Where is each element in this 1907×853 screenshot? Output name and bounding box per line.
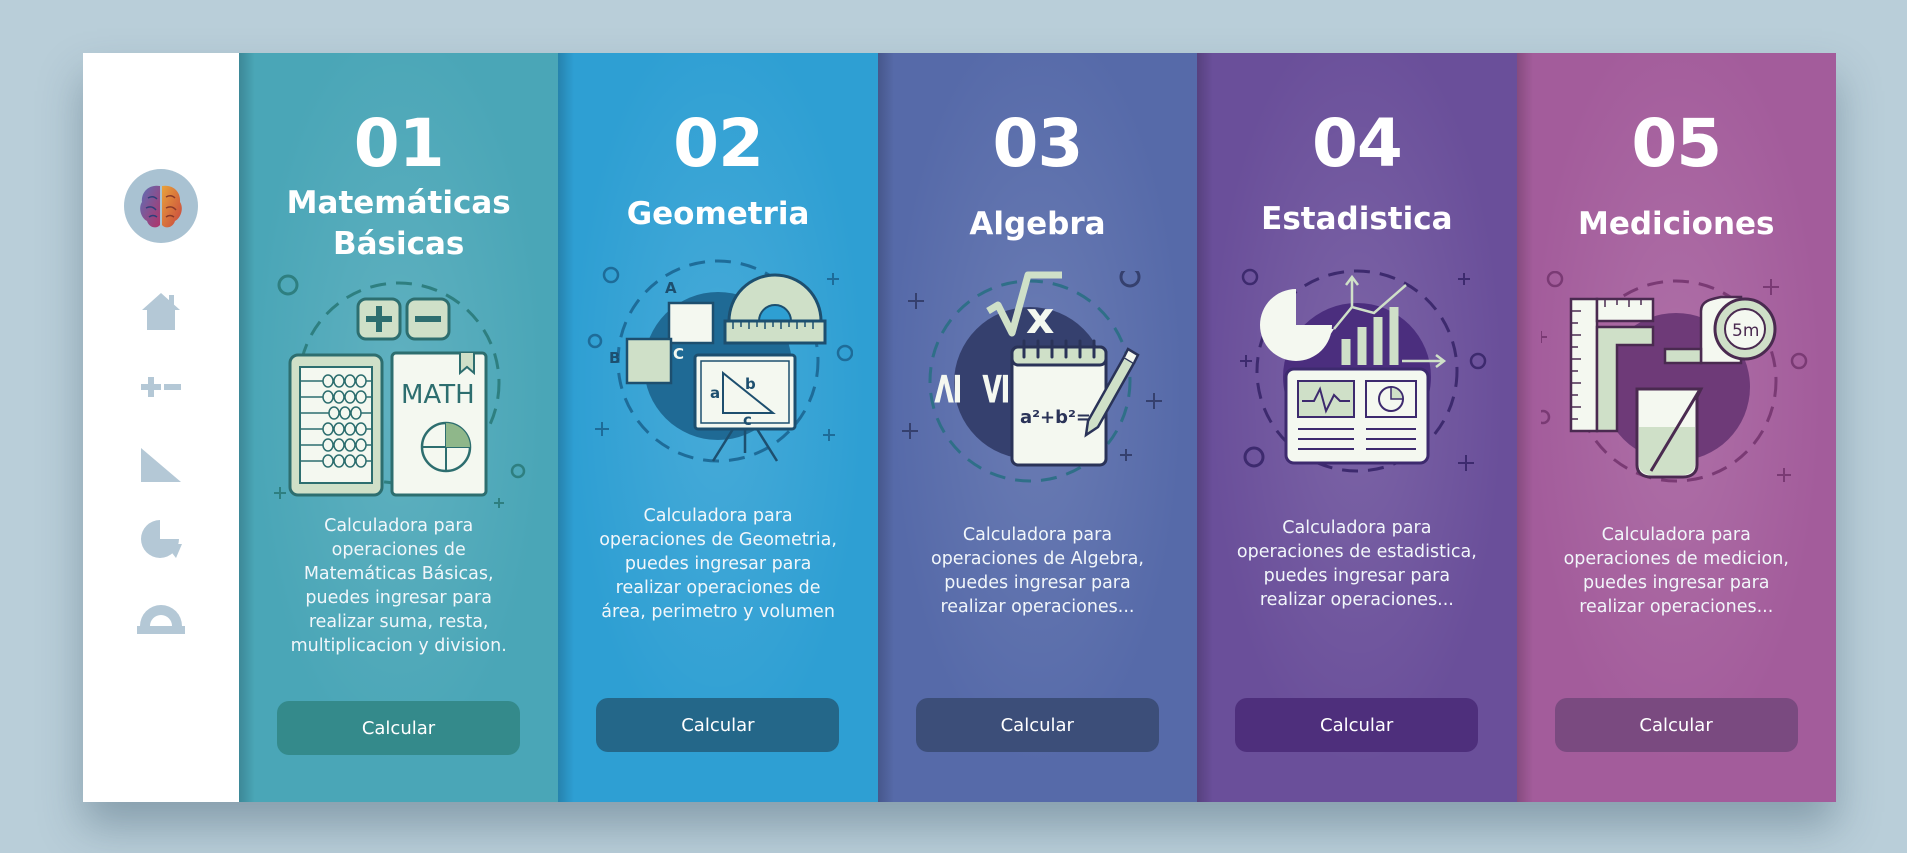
card-title: Mediciones xyxy=(1577,205,1775,242)
card-description: Calculadora para operaciones de medicion… xyxy=(1563,525,1789,617)
math-book-label: MATH xyxy=(401,380,475,410)
calcular-button-algebra[interactable]: Calcular xyxy=(915,698,1159,752)
sidebar-item-statistics[interactable] xyxy=(133,511,189,567)
vertex-label-c: C xyxy=(673,345,684,363)
card-title: Matemáticas Básicas xyxy=(286,185,511,262)
sidebar-item-geometry[interactable] xyxy=(133,435,189,491)
card-basic-math: 01 Matemáticas Básicas MATH Calculadora … xyxy=(239,53,559,802)
side-label-a: a xyxy=(710,384,720,402)
card-algebra: 03 Algebra x ≥ ≤ a²+b²= Calculadora para… xyxy=(877,53,1198,802)
card-statistics: 04 Estadistica Calculadora para operacio… xyxy=(1197,53,1517,802)
symbol-greater-equal: ≥ xyxy=(920,370,971,407)
card-description: Calculadora para operaciones de Algebra,… xyxy=(930,525,1144,617)
side-label-b: b xyxy=(745,375,756,393)
card-description: Calculadora para operaciones de Matemáti… xyxy=(290,516,507,656)
statistics-dashboard-icon xyxy=(1239,268,1487,473)
sidebar xyxy=(83,53,239,802)
calcular-button-basic-math[interactable]: Calcular xyxy=(277,701,520,755)
geometry-board-icon: A B C a b c xyxy=(587,259,854,463)
measurement-tools-icon: 5m xyxy=(1541,271,1808,483)
brain-logo-icon[interactable] xyxy=(124,169,198,243)
algebra-notepad-icon: x ≥ ≤ a²+b²= xyxy=(902,271,1163,483)
vertex-label-a: A xyxy=(665,279,677,297)
formula-text: a²+b²= xyxy=(1020,407,1091,428)
vertex-label-b: B xyxy=(609,349,620,367)
sidebar-item-measurements[interactable] xyxy=(133,587,189,643)
tape-measure-label: 5m xyxy=(1732,321,1759,341)
card-number: 05 xyxy=(1631,105,1722,182)
card-number: 04 xyxy=(1311,105,1403,182)
protractor-icon xyxy=(137,605,185,634)
calcular-button-geometry[interactable]: Calcular xyxy=(596,698,840,752)
sidebar-item-home[interactable] xyxy=(133,283,189,339)
card-number: 02 xyxy=(673,105,764,182)
card-measurements: 05 Mediciones 5m Calculadora para operac… xyxy=(1516,53,1836,802)
card-title: Algebra xyxy=(969,205,1106,242)
variable-x: x xyxy=(1026,293,1054,344)
card-number: 01 xyxy=(353,105,445,182)
side-label-c: c xyxy=(743,411,752,429)
app-window: 01 Matemáticas Básicas MATH Calculadora … xyxy=(83,53,1836,802)
triangle-icon xyxy=(141,448,181,482)
plus-minus-icon xyxy=(141,377,181,397)
card-geometry: 02 Geometria A B C a b c Calculadora par… xyxy=(558,53,878,802)
card-description: Calculadora para operaciones de estadist… xyxy=(1236,518,1477,610)
pie-chart-icon xyxy=(141,520,182,558)
card-title: Geometria xyxy=(626,195,810,232)
card-title: Estadistica xyxy=(1261,200,1453,237)
abacus-math-book-icon: MATH xyxy=(273,274,525,508)
card-number: 03 xyxy=(992,105,1084,182)
home-icon xyxy=(142,293,180,330)
calcular-button-measurements[interactable]: Calcular xyxy=(1554,698,1798,752)
calcular-button-statistics[interactable]: Calcular xyxy=(1235,698,1479,752)
sidebar-nav xyxy=(133,283,189,663)
sidebar-item-basic-math[interactable] xyxy=(133,359,189,415)
card-description: Calculadora para operaciones de Geometri… xyxy=(599,506,837,622)
